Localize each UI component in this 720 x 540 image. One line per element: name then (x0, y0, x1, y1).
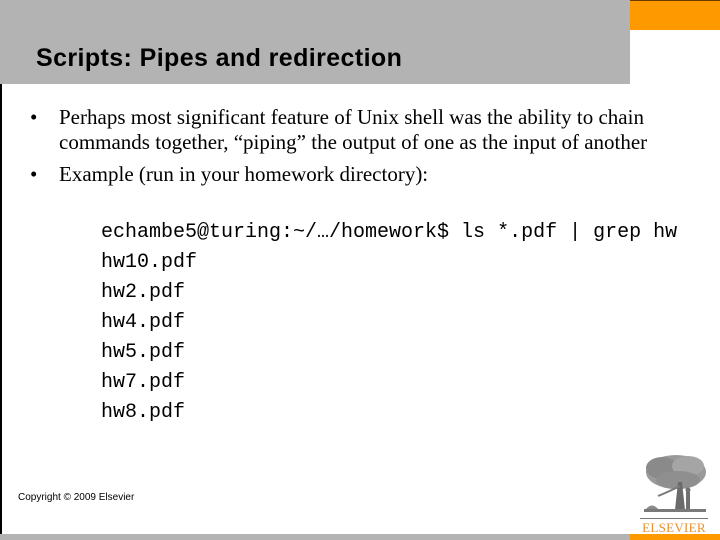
bullet-marker: • (30, 105, 38, 129)
output-line: hw5.pdf (101, 341, 186, 364)
elsevier-tree-icon (638, 452, 710, 518)
bullet-text: Perhaps most significant feature of Unix… (59, 105, 648, 154)
slide: Scripts: Pipes and redirection • Perhaps… (0, 0, 720, 540)
output-line: hw7.pdf (101, 371, 186, 394)
output-line: hw4.pdf (101, 311, 186, 334)
footer-bar-gray (0, 534, 630, 540)
elsevier-logo: ELSEVIER (638, 452, 710, 535)
footer-bar-orange (630, 534, 720, 540)
slide-title: Scripts: Pipes and redirection (36, 44, 403, 72)
output-line: hw8.pdf (101, 401, 186, 424)
output-line: hw10.pdf (101, 251, 198, 274)
bullet-item: • Perhaps most significant feature of Un… (0, 105, 720, 155)
bullet-marker: • (30, 162, 38, 186)
command-line: echambe5@turing:~/…/homework$ ls *.pdf |… (101, 221, 678, 244)
bullet-text: Example (run in your homework directory)… (59, 162, 429, 186)
bullet-list: • Perhaps most significant feature of Un… (0, 105, 720, 194)
output-line: hw2.pdf (101, 281, 186, 304)
bullet-item: • Example (run in your homework director… (0, 162, 720, 187)
code-example: echambe5@turing:~/…/homework$ ls *.pdf |… (101, 218, 677, 428)
copyright-notice: Copyright © 2009 Elsevier (18, 492, 135, 503)
accent-bar-top (630, 0, 720, 30)
